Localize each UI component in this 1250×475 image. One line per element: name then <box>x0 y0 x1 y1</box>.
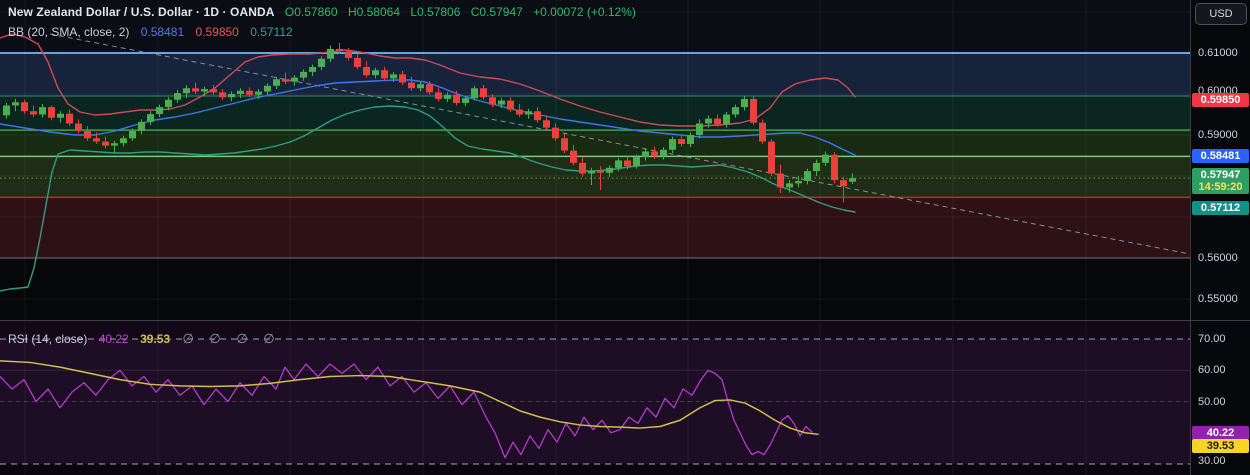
axis-label: 0.56000 <box>1198 252 1238 264</box>
price-change: +0.00072 (+0.12%) <box>533 5 636 19</box>
symbol-legend-row: New Zealand Dollar / U.S. Dollar · 1D · … <box>8 5 636 19</box>
price-badge: 0.57947 14:59:20 <box>1192 168 1249 194</box>
axis-label: 30.00 <box>1198 455 1226 467</box>
pane-separator[interactable] <box>0 320 1250 321</box>
bb-basis-value: 0.58481 <box>140 25 185 39</box>
ohlc-low: L0.57806 <box>410 5 461 19</box>
rsi-value: 40.22 <box>98 332 129 346</box>
bb-upper-value: 0.59850 <box>195 25 239 39</box>
axis-label: 60.00 <box>1198 364 1226 376</box>
bb-lower-value: 0.57112 <box>250 25 293 39</box>
symbol-title[interactable]: New Zealand Dollar / U.S. Dollar · 1D · … <box>8 5 275 19</box>
currency-toggle-button[interactable]: USD <box>1195 3 1247 25</box>
price-axis[interactable]: USD 0.61000 0.60000 0.59000 0.56000 0.55000 7… <box>1190 0 1250 475</box>
axis-label: 50.00 <box>1198 396 1226 408</box>
axis-label: 0.61000 <box>1198 47 1238 59</box>
axis-label: 0.55000 <box>1198 293 1238 305</box>
axis-label: 70.00 <box>1198 333 1226 345</box>
price-badge: 40.22 <box>1192 425 1249 440</box>
rsi-indicator-legend[interactable]: RSI (14, close) 40.22 39.53 ∅ ∅ ∅ ∅ <box>8 331 281 347</box>
axis-label: 0.59000 <box>1198 129 1238 141</box>
chart-canvas[interactable]: New Zealand Dollar / U.S. Dollar · 1D · … <box>0 0 1190 475</box>
ohlc-open: O0.57860 <box>284 5 338 19</box>
ohlc-high: H0.58064 <box>347 5 400 19</box>
trading-chart-app: New Zealand Dollar / U.S. Dollar · 1D · … <box>0 0 1250 475</box>
ohlc-close: C0.57947 <box>470 5 523 19</box>
bb-legend-label: BB (20, SMA, close, 2) <box>8 25 130 39</box>
price-badge: 0.59850 <box>1192 92 1249 107</box>
bb-indicator-legend[interactable]: BB (20, SMA, close, 2) 0.58481 0.59850 0… <box>8 25 293 39</box>
price-badge: 0.58481 <box>1192 149 1249 164</box>
rsi-ma-value: 39.53 <box>140 332 171 346</box>
price-badge: 39.53 <box>1192 438 1249 453</box>
price-badge: 0.57112 <box>1192 201 1249 216</box>
rsi-legend-label: RSI (14, close) <box>8 332 88 346</box>
chart-svg[interactable] <box>0 0 1190 475</box>
rsi-null-marks: ∅ ∅ ∅ ∅ <box>182 331 281 346</box>
